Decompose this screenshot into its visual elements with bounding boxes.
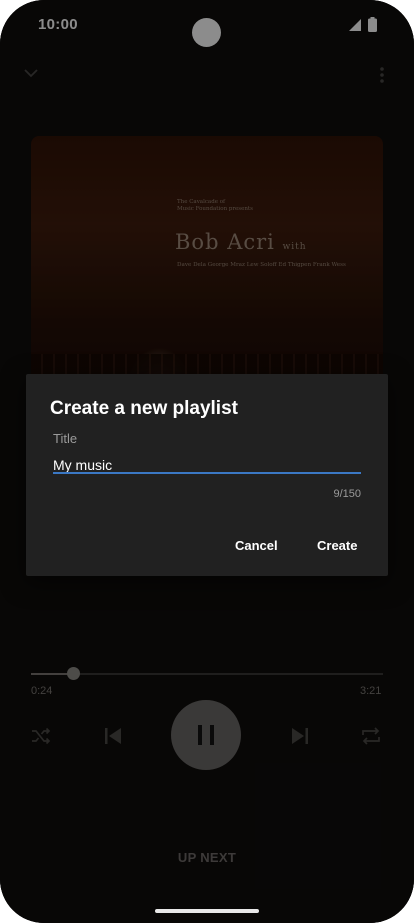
title-field-underline	[53, 472, 361, 474]
phone-frame: 10:00 The Cavalcade of Music Foundation …	[0, 0, 414, 923]
create-playlist-dialog: Create a new playlist Title 9/150 Cancel…	[26, 374, 388, 576]
dialog-title: Create a new playlist	[50, 398, 238, 419]
player-screen: 10:00 The Cavalcade of Music Foundation …	[0, 0, 414, 923]
character-counter: 9/150	[333, 488, 361, 500]
create-button[interactable]: Create	[317, 538, 357, 553]
title-field-label: Title	[53, 431, 78, 446]
home-indicator[interactable]	[155, 909, 259, 913]
cancel-button[interactable]: Cancel	[235, 538, 278, 553]
